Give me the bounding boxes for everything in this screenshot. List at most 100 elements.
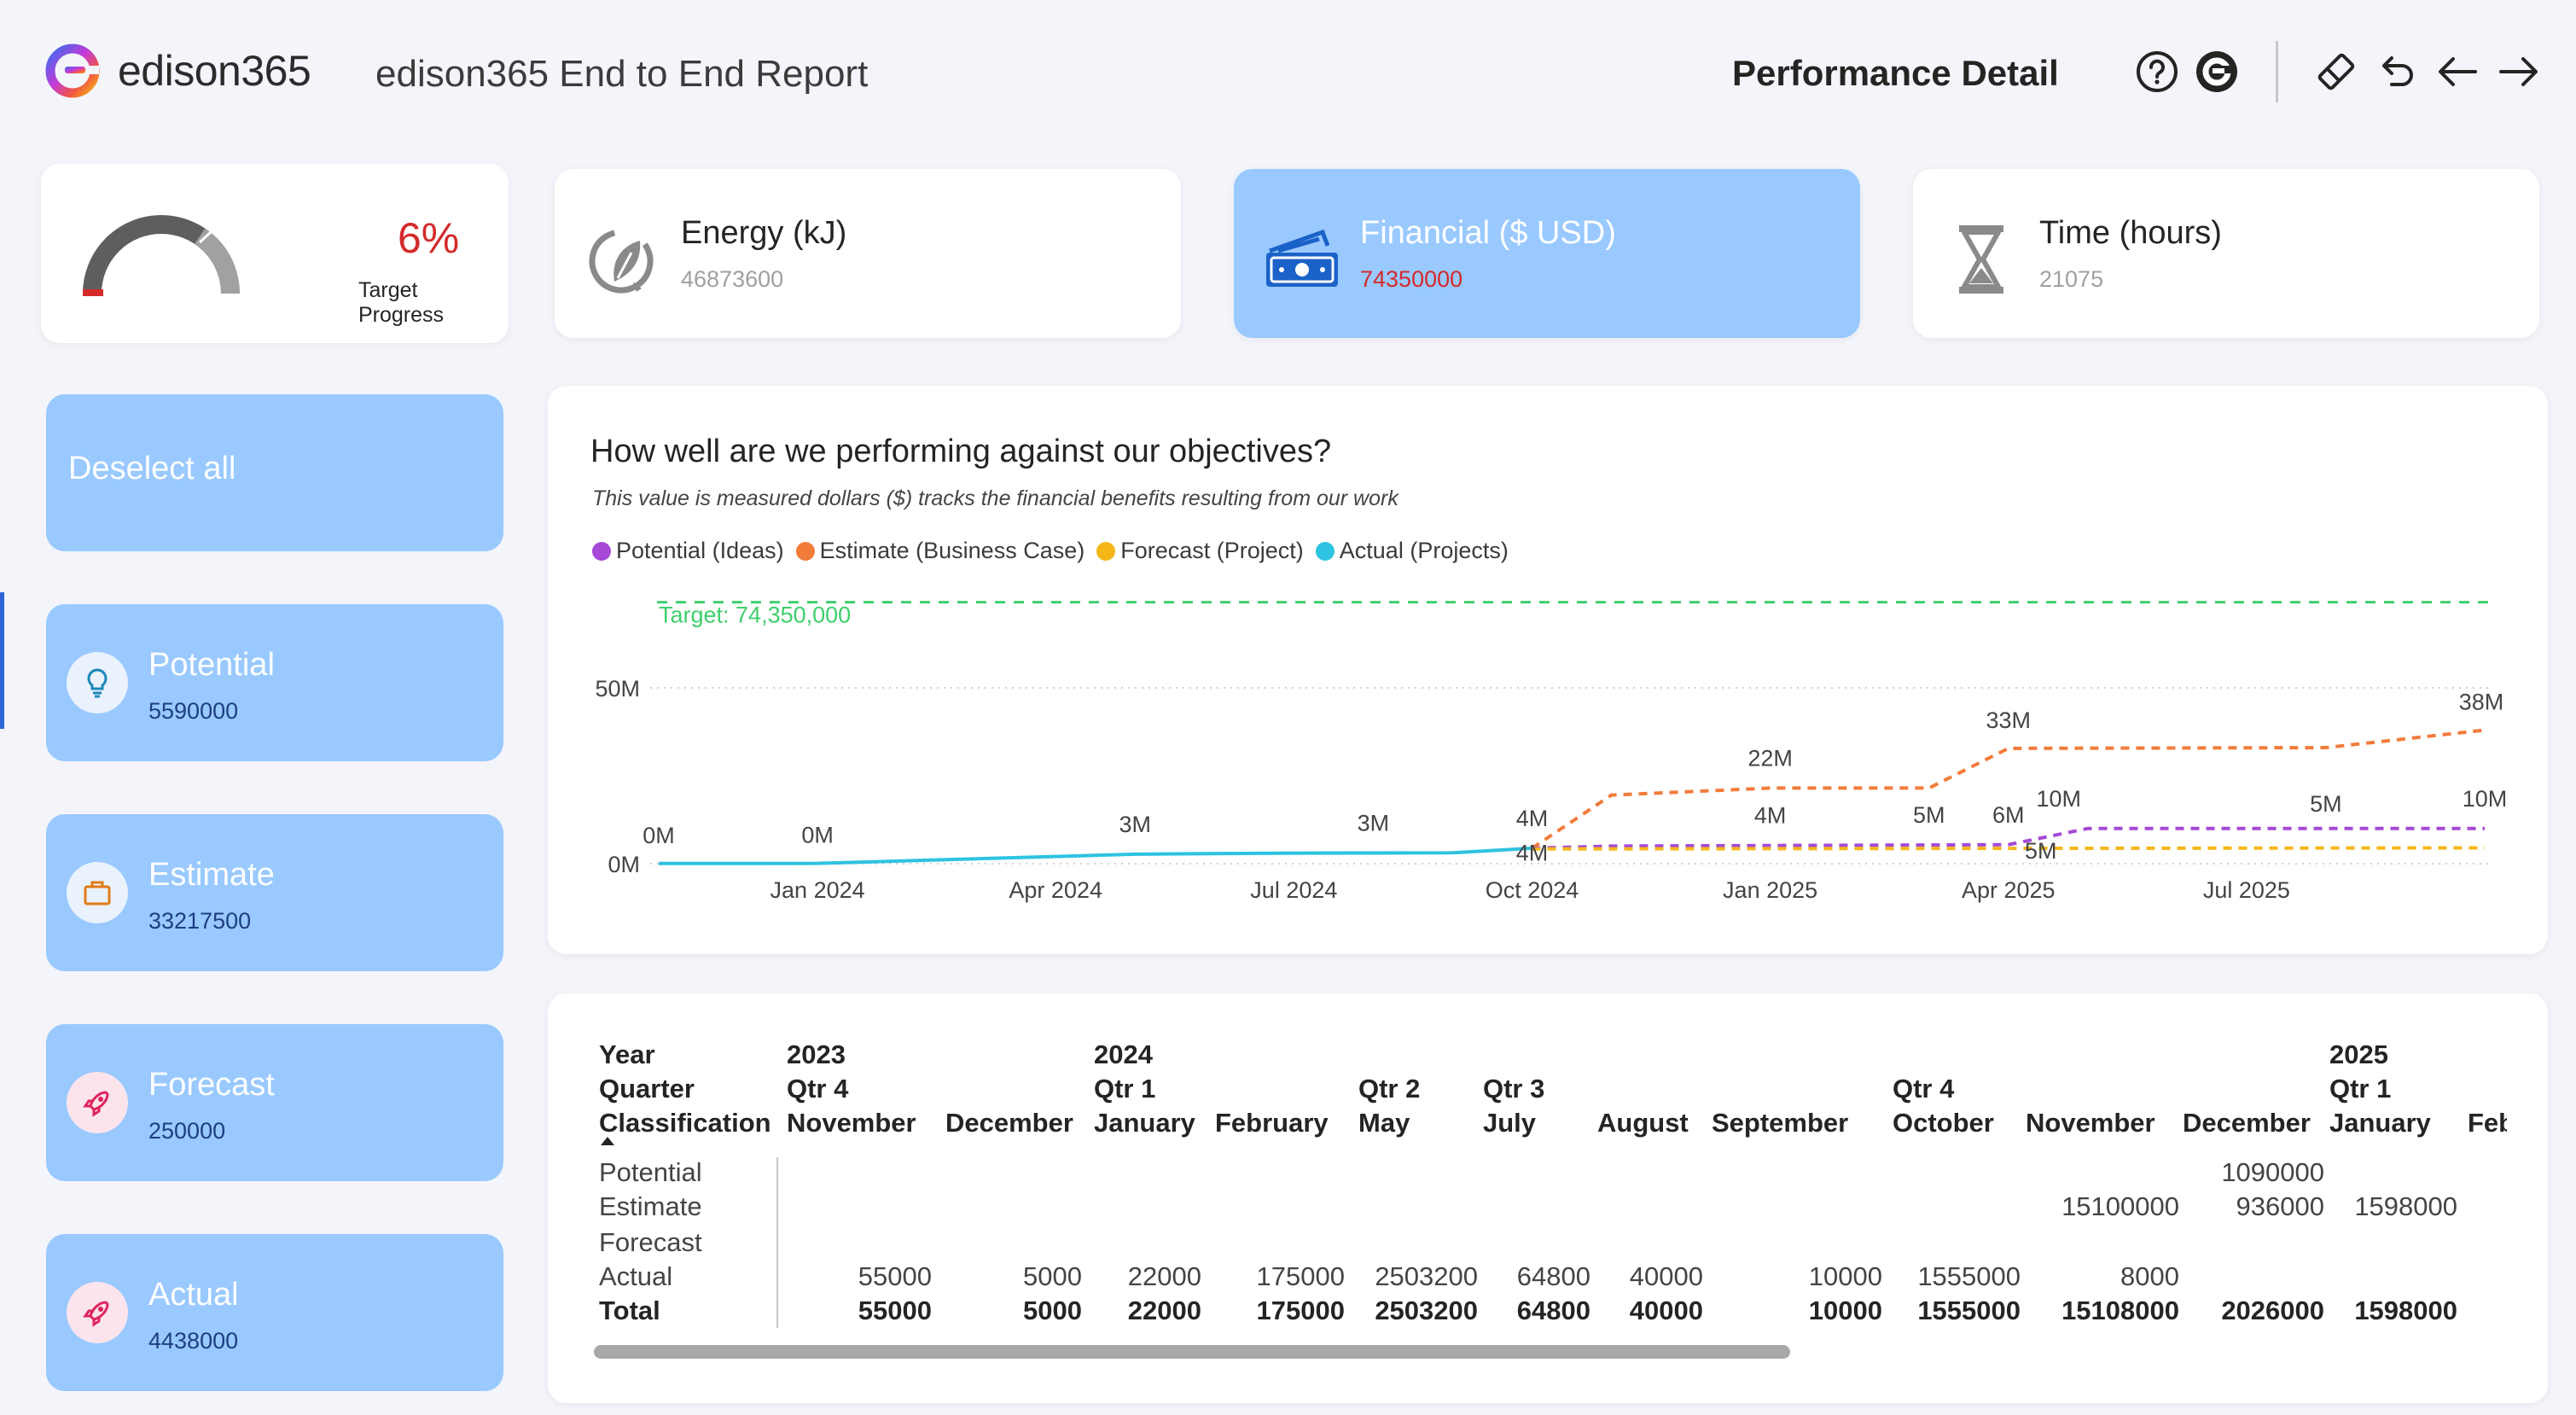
data-label: 5M <box>1913 802 1945 828</box>
estimate-label: Estimate <box>148 857 275 893</box>
column-header-quarter[interactable]: Qtr 4 <box>1893 1074 1954 1104</box>
briefcase-icon <box>67 862 128 923</box>
data-label: 10M <box>2463 786 2508 812</box>
eraser-icon[interactable] <box>2309 44 2364 99</box>
matrix-total-cell: 64800 <box>1516 1296 1590 1325</box>
column-header-month[interactable]: July <box>1483 1108 1536 1138</box>
sort-ascending-icon[interactable] <box>601 1137 614 1145</box>
financial-kpi-title: Financial ($ USD) <box>1360 215 1616 251</box>
column-header-year[interactable]: 2025 <box>2329 1039 2388 1070</box>
deselect-all-label: Deselect all <box>68 451 236 486</box>
time-kpi-card[interactable]: Time (hours) 21075 <box>1913 169 2539 338</box>
deselect-all-button[interactable]: Deselect all <box>46 394 503 551</box>
time-kpi-value: 21075 <box>2039 266 2104 292</box>
undo-icon[interactable] <box>2369 44 2423 99</box>
target-progress-gauge <box>83 215 240 296</box>
column-header-year[interactable]: 2023 <box>787 1039 846 1070</box>
column-header-month[interactable]: October <box>1893 1108 1994 1138</box>
energy-kpi-card[interactable]: Energy (kJ) 46873600 <box>555 169 1181 338</box>
x-tick-label: Jul 2025 <box>2203 877 2290 903</box>
financial-kpi-value: 74350000 <box>1360 266 1463 292</box>
column-header-month[interactable]: Februa <box>2468 1108 2507 1138</box>
target-progress-percent: 6% <box>398 214 460 262</box>
column-header-quarter[interactable]: Qtr 2 <box>1358 1074 1420 1104</box>
matrix-total-cell: 5000 <box>1023 1296 1082 1325</box>
rocket-icon <box>67 1282 128 1343</box>
y-tick-label: 0M <box>608 852 640 877</box>
data-label: 3M <box>1119 812 1152 837</box>
column-header-month[interactable]: January <box>2329 1108 2431 1138</box>
column-header-quarter[interactable]: Qtr 1 <box>1094 1074 1155 1104</box>
column-header-year[interactable]: 2024 <box>1094 1039 1153 1070</box>
column-header-month[interactable]: January <box>1094 1108 1195 1138</box>
matrix-total-cell: 22000 <box>1127 1296 1201 1325</box>
column-header-month[interactable]: November <box>2026 1108 2155 1138</box>
series-line-forecast <box>1532 846 2486 851</box>
actual-filter-button[interactable]: Actual 4438000 <box>46 1234 503 1391</box>
energy-kpi-value: 46873600 <box>681 266 784 292</box>
column-header-month[interactable]: May <box>1358 1108 1410 1138</box>
column-header-month[interactable]: December <box>2183 1108 2311 1138</box>
column-header-month[interactable]: December <box>945 1108 1073 1138</box>
potential-label: Potential <box>148 647 275 683</box>
matrix-total-cell: 2503200 <box>1375 1296 1478 1325</box>
matrix-cell: 10000 <box>1808 1261 1882 1291</box>
column-header-quarter[interactable]: Qtr 4 <box>787 1074 848 1104</box>
edison365-logo-icon <box>45 44 100 98</box>
matrix-cell: 5000 <box>1023 1261 1082 1291</box>
header-year: Year <box>599 1039 655 1069</box>
matrix-column: December 1090000 936000 2026000 <box>2183 1039 2324 1347</box>
matrix-cell: 936000 <box>2236 1191 2324 1221</box>
series-line-estimate <box>1531 728 2486 850</box>
x-tick-label: Jul 2024 <box>1250 877 1337 903</box>
data-label: 4M <box>1754 803 1787 829</box>
column-header-month[interactable]: August <box>1597 1108 1689 1138</box>
matrix-cell: 1555000 <box>1917 1261 2021 1291</box>
back-arrow-icon[interactable] <box>2430 44 2485 99</box>
matrix-cell: 15100000 <box>2061 1191 2179 1221</box>
matrix-column: November 15100000 8000 15108000 <box>2026 1039 2179 1347</box>
column-header-quarter[interactable]: Qtr 1 <box>2329 1074 2391 1104</box>
data-label: 0M <box>801 823 834 848</box>
series-line-potential <box>1532 826 2485 850</box>
potential-filter-button[interactable]: Potential 5590000 <box>46 604 503 761</box>
forecast-filter-button[interactable]: Forecast 250000 <box>46 1024 503 1181</box>
header-divider <box>2276 41 2278 102</box>
header-classification[interactable]: Classification <box>599 1108 771 1138</box>
row-label-forecast: Forecast <box>599 1227 702 1257</box>
column-header-month[interactable]: February <box>1215 1108 1329 1138</box>
page-title: Performance Detail <box>1732 53 2059 93</box>
matrix-total-cell: 1555000 <box>1917 1296 2021 1325</box>
time-kpi-title: Time (hours) <box>2039 215 2222 251</box>
matrix-column: Qtr 2 May 2503200 2503200 <box>1358 1039 1478 1347</box>
help-icon[interactable] <box>2130 44 2184 99</box>
report-title: edison365 End to End Report <box>375 53 869 95</box>
brand-logo: edison365 <box>44 43 311 99</box>
column-header-month[interactable]: September <box>1712 1108 1848 1138</box>
column-header-quarter[interactable]: Qtr 3 <box>1483 1074 1544 1104</box>
matrix-column: December 5000 5000 <box>945 1039 1082 1347</box>
target-progress-label: Target Progress <box>358 278 445 327</box>
row-header-divider <box>776 1157 778 1328</box>
column-header-month[interactable]: November <box>787 1108 916 1138</box>
financial-kpi-card[interactable]: Financial ($ USD) 74350000 <box>1234 169 1860 338</box>
matrix-total-cell: 1598000 <box>2354 1296 2457 1325</box>
matrix-cell: 64800 <box>1516 1261 1590 1291</box>
forward-arrow-icon[interactable] <box>2492 44 2546 99</box>
data-label: 38M <box>2459 689 2504 714</box>
actual-value: 4438000 <box>148 1328 239 1354</box>
performance-chart-card: How well are we performing against our o… <box>548 386 2548 954</box>
performance-matrix-card: Year Quarter Classification Potential Es… <box>548 993 2548 1403</box>
y-tick-label: 50M <box>595 676 640 702</box>
edison-app-icon[interactable] <box>2189 44 2244 99</box>
matrix-column: 2024 Qtr 1 January 22000 22000 <box>1094 1039 1201 1347</box>
horizontal-scrollbar[interactable] <box>594 1345 1790 1359</box>
row-label-actual: Actual <box>599 1261 673 1291</box>
estimate-filter-button[interactable]: Estimate 33217500 <box>46 814 503 971</box>
energy-leaf-icon <box>589 229 654 294</box>
x-tick-label: Jan 2025 <box>1723 877 1817 903</box>
matrix-column: February 175000 175000 <box>1215 1039 1345 1347</box>
series-line-actual <box>658 846 1532 865</box>
matrix-cell: 22000 <box>1127 1261 1201 1291</box>
brand-name: edison365 <box>118 47 311 95</box>
